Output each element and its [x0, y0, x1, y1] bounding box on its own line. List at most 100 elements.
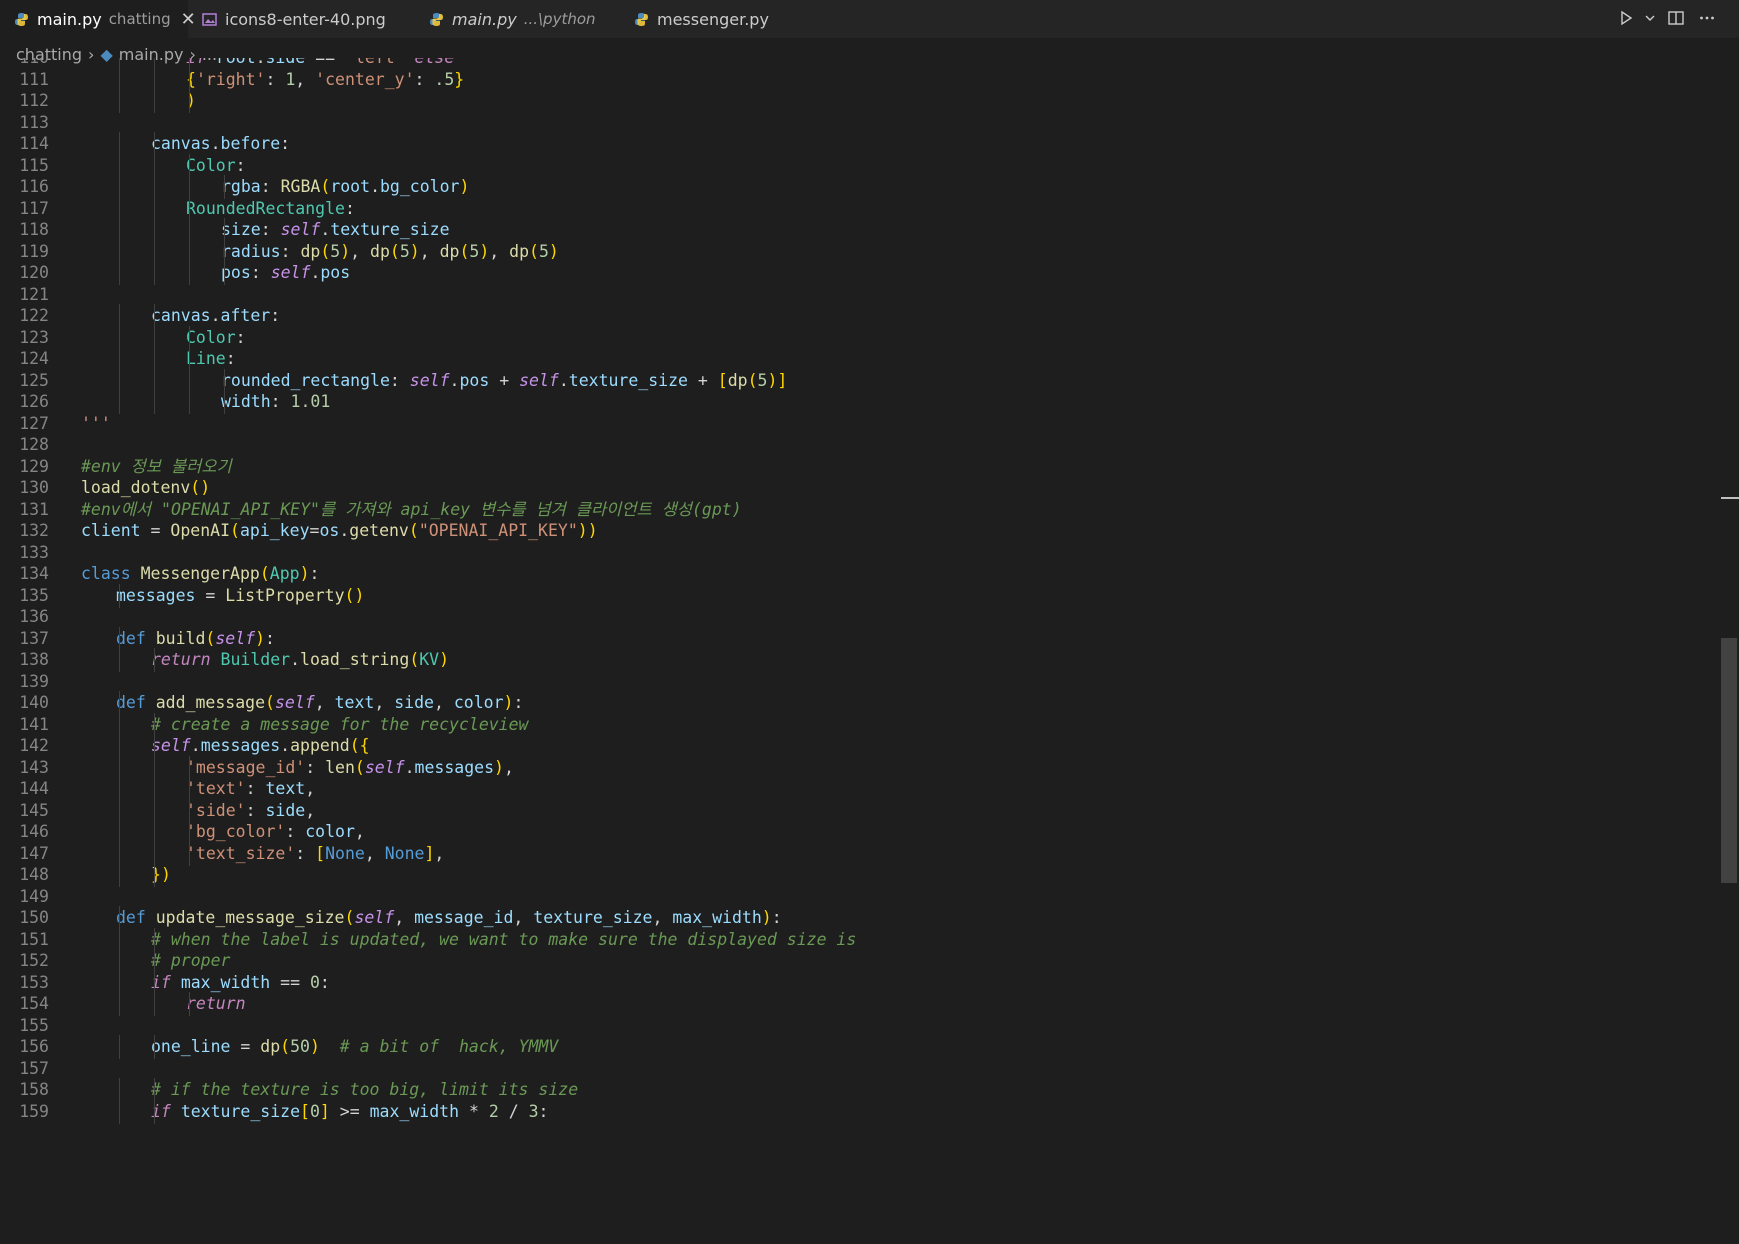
- code-line[interactable]: 145 'side': side,: [0, 798, 1720, 823]
- more-icon[interactable]: [1697, 9, 1717, 29]
- code-line[interactable]: 119 radius: dp(5), dp(5), dp(5), dp(5): [0, 239, 1720, 264]
- indent-guide: [119, 261, 120, 285]
- code-line[interactable]: 126 width: 1.01: [0, 390, 1720, 414]
- indent-guide: [154, 798, 155, 823]
- code-text: # when the label is updated, we want to …: [151, 929, 857, 949]
- tab-0[interactable]: main.py chatting ✕: [0, 0, 196, 38]
- code-line[interactable]: 135 messages = ListProperty(): [0, 583, 1720, 608]
- play-icon[interactable]: [1616, 9, 1636, 29]
- code-line[interactable]: 117 RoundedRectangle:: [0, 196, 1720, 221]
- code-line[interactable]: 121: [0, 283, 1720, 307]
- tab-description: ...\python: [523, 10, 596, 28]
- code-line[interactable]: 136: [0, 605, 1720, 629]
- code-line[interactable]: 140 def add_message(self, text, side, col…: [0, 691, 1720, 715]
- indent-guide: [154, 325, 155, 350]
- code-line[interactable]: 115 Color:: [0, 153, 1720, 178]
- line-number: 128: [19, 435, 49, 454]
- indent-guide: [119, 1099, 120, 1124]
- code-line[interactable]: 128: [0, 433, 1720, 457]
- code-line[interactable]: 112): [0, 89, 1720, 113]
- code-line[interactable]: 157: [0, 1057, 1720, 1081]
- code-line[interactable]: 138 return Builder.load_string(KV): [0, 648, 1720, 672]
- tab-label: main.py: [452, 9, 517, 29]
- python-icon: [14, 12, 29, 27]
- code-line[interactable]: 133: [0, 541, 1720, 565]
- indent-guide: [189, 777, 190, 801]
- code-text: def add_message(self, text, side, color)…: [116, 693, 524, 712]
- code-line[interactable]: 139: [0, 670, 1720, 694]
- code-line[interactable]: 111 {'right': 1, 'center_y': .5}: [0, 67, 1720, 92]
- code-line[interactable]: 153 if max_width == 0:: [0, 970, 1720, 995]
- code-line[interactable]: 120 pos: self.pos: [0, 261, 1720, 285]
- indent-guide: [119, 325, 120, 350]
- code-line[interactable]: 127 ''': [0, 412, 1720, 436]
- indent-guide: [154, 390, 155, 414]
- code-line[interactable]: 146 'bg_color': color,: [0, 820, 1720, 844]
- tab-3[interactable]: messenger.py: [620, 0, 780, 38]
- code-line[interactable]: 114 canvas.before:: [0, 132, 1720, 156]
- code-line[interactable]: 147 'text_size': [None, None],: [0, 841, 1720, 866]
- indent-guide: [189, 992, 190, 1016]
- code-line[interactable]: 116 rgba: RGBA(root.bg_color): [0, 175, 1720, 199]
- indent-guide: [119, 347, 120, 371]
- code-line[interactable]: 154 return: [0, 992, 1720, 1016]
- python-icon: [429, 12, 444, 27]
- code-line[interactable]: 159 if texture_size[0] >= max_width * 2 /…: [0, 1099, 1720, 1124]
- line-number: 147: [19, 843, 49, 863]
- code-text: messages = ListProperty(): [116, 585, 365, 605]
- code-line[interactable]: 118 size: self.texture_size: [0, 218, 1720, 242]
- code-text: canvas.after:: [151, 306, 281, 325]
- code-line[interactable]: 151 # when the label is updated, we want …: [0, 927, 1720, 952]
- split-editor-icon[interactable]: [1666, 9, 1686, 29]
- code-line[interactable]: 132 client = OpenAI(api_key=os.getenv("OP…: [0, 519, 1720, 543]
- chevron-down-icon[interactable]: [1640, 9, 1660, 29]
- indent-guide: [119, 949, 120, 973]
- code-line[interactable]: 142 self.messages.append({: [0, 734, 1720, 758]
- code-line[interactable]: 143 'message_id': len(self.messages),: [0, 755, 1720, 780]
- code-text: width: 1.01: [221, 392, 331, 411]
- indent-guide: [119, 777, 120, 801]
- tab-label: icons8-enter-40.png: [225, 9, 386, 29]
- indent-guide: [189, 347, 190, 371]
- tab-2[interactable]: main.py ...\python: [415, 0, 620, 38]
- code-line[interactable]: 122 canvas.after:: [0, 304, 1720, 328]
- code-line[interactable]: 152 # proper: [0, 949, 1720, 973]
- code-line[interactable]: 150 def update_message_size(self, message…: [0, 906, 1720, 930]
- code-line[interactable]: 130 load_dotenv(): [0, 476, 1720, 500]
- code-line[interactable]: 148}): [0, 863, 1720, 887]
- editor-window: main.py chatting ✕ icons8-enter-40.png main.…: [0, 0, 1739, 1244]
- indent-guide: [154, 1035, 155, 1059]
- code-line[interactable]: 155: [0, 1014, 1720, 1038]
- code-line[interactable]: 125 rounded_rectangle: self.pos + self.te…: [0, 368, 1720, 393]
- code-line[interactable]: 156 one_line = dp(50) # a bit of hack, YM…: [0, 1035, 1720, 1059]
- tab-1[interactable]: icons8-enter-40.png: [188, 0, 415, 38]
- code-line[interactable]: 129 #env 정보 불러오기: [0, 455, 1720, 479]
- indent-guide: [154, 368, 155, 393]
- line-number: 112: [19, 91, 49, 110]
- line-number: 153: [19, 972, 49, 992]
- line-number: 152: [19, 951, 49, 970]
- code-line[interactable]: 124 Line:: [0, 347, 1720, 371]
- scrollbar-thumb[interactable]: [1721, 638, 1737, 883]
- code-line[interactable]: 113: [0, 111, 1720, 135]
- indent-guide: [119, 927, 120, 952]
- indent-guide: [119, 153, 120, 178]
- indent-guide: [119, 583, 120, 608]
- vertical-scrollbar[interactable]: [1721, 58, 1739, 1244]
- code-line[interactable]: 144 'text': text,: [0, 777, 1720, 801]
- code-line[interactable]: 137 def build(self):: [0, 626, 1720, 651]
- indent-guide: [119, 304, 120, 328]
- line-number: 113: [19, 112, 49, 132]
- code-line[interactable]: 141 # create a message for the recyclevie…: [0, 712, 1720, 737]
- indent-guide: [154, 239, 155, 264]
- code-line[interactable]: 131 #env에서 "OPENAI_API_KEY"를 가져와 api_key …: [0, 498, 1720, 522]
- code-line[interactable]: 149: [0, 885, 1720, 909]
- code-line[interactable]: 123 Color:: [0, 325, 1720, 350]
- code-text: Color:: [186, 155, 246, 175]
- code-line[interactable]: 158 # if the texture is too big, limit it…: [0, 1078, 1720, 1102]
- code-text: self.messages.append({: [151, 736, 370, 755]
- code-text: def update_message_size(self, message_id…: [116, 908, 782, 927]
- code-text: return Builder.load_string(KV): [151, 650, 450, 669]
- code-line[interactable]: 134 class MessengerApp(App):: [0, 562, 1720, 586]
- code-editor[interactable]: 110if root.side == 'left' else111{'right…: [0, 58, 1720, 1244]
